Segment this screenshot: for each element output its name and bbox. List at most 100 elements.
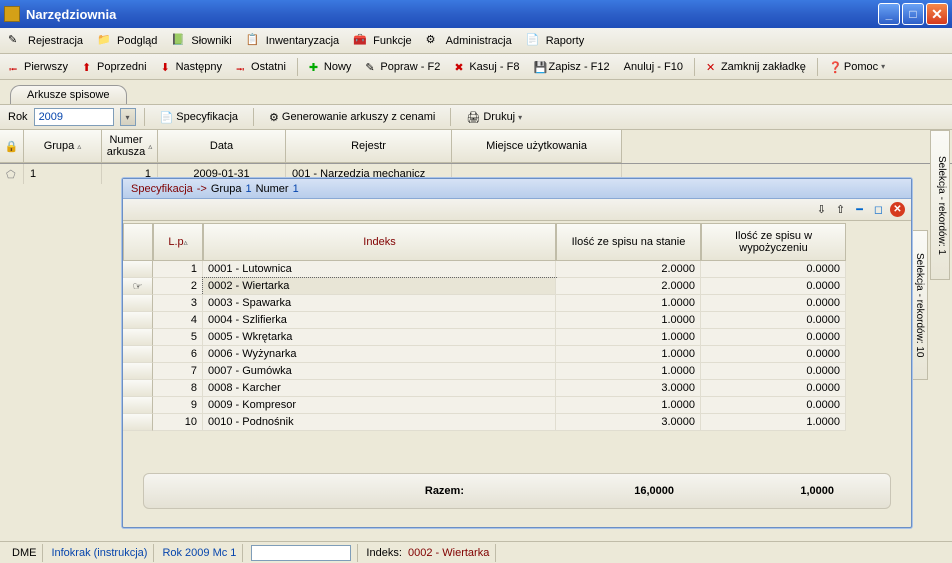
next-button[interactable]: ⬇Następny [156,59,227,75]
window-title: Narzędziownia [26,7,878,22]
folder-icon: 📁 [97,33,113,49]
delete-button[interactable]: ✖Kasuj - F8 [449,59,524,75]
cell-lp: 5 [153,329,203,346]
cell-indeks: 0006 - Wyżynarka [203,346,556,363]
sub-grid-row[interactable]: 40004 - Szlifierka1.00000.0000 [123,312,911,329]
menu-rejestracja[interactable]: ✎Rejestracja [8,33,83,49]
spec-icon: 📄 [160,111,174,124]
menu-raporty[interactable]: 📄Raporty [526,33,585,49]
cell-lp: 8 [153,380,203,397]
row-marker [123,414,153,431]
btn-label: Specyfikacja [176,111,238,123]
down-icon[interactable]: ⇩ [814,202,829,217]
status-input[interactable] [251,545,351,561]
sub-grid-row[interactable]: 80008 - Karcher3.00000.0000 [123,380,911,397]
sb-infokrak[interactable]: Infokrak (instrukcja) [45,544,154,562]
row-marker [123,346,153,363]
menu-inwentaryzacja[interactable]: 📋Inwentaryzacja [246,33,339,49]
tab-arkusze[interactable]: Arkusze spisowe [10,85,127,104]
tb-label: Zapisz - F12 [548,61,609,73]
sub-grid-row[interactable]: 100010 - Podnośnik3.00001.0000 [123,414,911,431]
maximize-button[interactable]: □ [902,3,924,25]
cell-lp: 7 [153,363,203,380]
title-grupa-l: Grupa [211,183,242,195]
col-miejsce[interactable]: Miejsce użytkowania [452,130,622,163]
col-numer[interactable]: Numer arkusza▵ [102,130,158,163]
cell-grupa: 1 [24,164,102,184]
menu-slowniki[interactable]: 📗 Słowniki [171,33,231,49]
cell-stan: 1.0000 [556,397,701,414]
sub-col-stan[interactable]: Ilość ze spisu na stanie [556,223,701,261]
rok-dropdown[interactable]: ▾ [120,108,136,126]
cell-stan: 1.0000 [556,312,701,329]
cell-wyp: 0.0000 [701,329,846,346]
col-lock[interactable]: 🔒 [0,130,24,163]
sub-grid-row[interactable]: 50005 - Wkrętarka1.00000.0000 [123,329,911,346]
sub-grid-row[interactable]: ☞20002 - Wiertarka2.00000.0000 [123,278,911,295]
plus-icon: ✚ [309,61,321,73]
sub-grid-row[interactable]: 70007 - Gumówka1.00000.0000 [123,363,911,380]
col-rejestr[interactable]: Rejestr [286,130,452,163]
totals-bar: Razem: 16,0000 1,0000 [143,473,891,509]
cell-indeks: 0002 - Wiertarka [203,278,556,295]
maximize-icon[interactable]: ◻ [871,202,886,217]
sort-icon: ▵ [77,142,81,151]
sb-indeks-value: 0002 - Wiertarka [408,547,489,559]
prev-icon: ⬆ [82,61,94,73]
inventory-icon: 📋 [246,33,262,49]
minimize-icon[interactable]: ━ [852,202,867,217]
sub-grid-row[interactable]: 10001 - Lutownica2.00000.0000 [123,261,911,278]
rok-input[interactable] [34,108,114,126]
sub-grid-row[interactable]: 30003 - Spawarka1.00000.0000 [123,295,911,312]
generowanie-button[interactable]: ⚙Generowanie arkuszy z cenami [262,108,442,127]
cell-indeks: 0010 - Podnośnik [203,414,556,431]
new-button[interactable]: ✚Nowy [304,59,357,75]
sub-col-wyp[interactable]: Ilość ze spisu w wypożyczeniu [701,223,846,261]
help-icon: ❓ [829,61,841,73]
close-tab-icon: ✕ [706,61,718,73]
sb-search [245,544,358,562]
first-button[interactable]: ⭰Pierwszy [4,59,73,75]
rok-label: Rok [8,111,28,123]
col-grupa[interactable]: Grupa▵ [24,130,102,163]
close-tab-button[interactable]: ✕Zamknij zakładkę [701,59,811,75]
title-spec: Specyfikacja [131,183,193,195]
sb-indeks: Indeks: 0002 - Wiertarka [360,544,496,562]
col-data[interactable]: Data [158,130,286,163]
sub-col-lp[interactable]: L.p ▵ [153,223,203,261]
close-icon[interactable]: ✕ [890,202,905,217]
year-bar: Rok ▾ 📄Specyfikacja ⚙Generowanie arkuszy… [0,104,952,130]
delete-icon: ✖ [454,61,466,73]
lock-icon: 🔒 [5,140,19,153]
minimize-button[interactable]: _ [878,3,900,25]
toolbar: ⭰Pierwszy ⬆Poprzedni ⬇Następny ⭲Ostatni … [0,54,952,80]
up-icon[interactable]: ⇧ [833,202,848,217]
close-button[interactable]: ✕ [926,3,948,25]
help-button[interactable]: ❓Pomoc ▾ [824,59,890,75]
cell-stan: 1.0000 [556,295,701,312]
sub-grid-row[interactable]: 90009 - Kompresor1.00000.0000 [123,397,911,414]
sub-col-mark[interactable] [123,223,153,261]
sub-grid-row[interactable]: 60006 - Wyżynarka1.00000.0000 [123,346,911,363]
tb-label: Ostatni [251,61,286,73]
prev-button[interactable]: ⬆Poprzedni [77,59,152,75]
drukuj-button[interactable]: 🖨Drukuj ▾ [459,108,529,127]
cancel-button[interactable]: Anuluj - F10 [619,59,688,75]
first-icon: ⭰ [9,61,21,73]
sub-col-indeks[interactable]: Indeks [203,223,556,261]
spec-subwindow: Specyfikacja -> Grupa 1 Numer 1 ⇩ ⇧ ━ ◻ … [122,178,912,528]
specyfikacja-button[interactable]: 📄Specyfikacja [153,108,245,127]
menu-funkcje[interactable]: 🧰Funkcje [353,33,412,49]
side-tab-selekcja-1[interactable]: Selekcja - rekordów: 1 [930,130,950,280]
book-icon: 📗 [171,33,187,49]
menu-administracja[interactable]: ⚙Administracja [426,33,512,49]
sort-icon: ▵ [184,238,188,247]
menu-podglad[interactable]: 📁Podgląd [97,33,157,49]
edit-icon: ✎ [365,61,377,73]
edit-button[interactable]: ✎Popraw - F2 [360,59,445,75]
last-button[interactable]: ⭲Ostatni [231,59,291,75]
menu-label: Słowniki [191,35,231,47]
dropdown-icon: ▾ [881,62,885,71]
sb-dme: DME [6,544,43,562]
save-button[interactable]: 💾Zapisz - F12 [528,59,614,75]
